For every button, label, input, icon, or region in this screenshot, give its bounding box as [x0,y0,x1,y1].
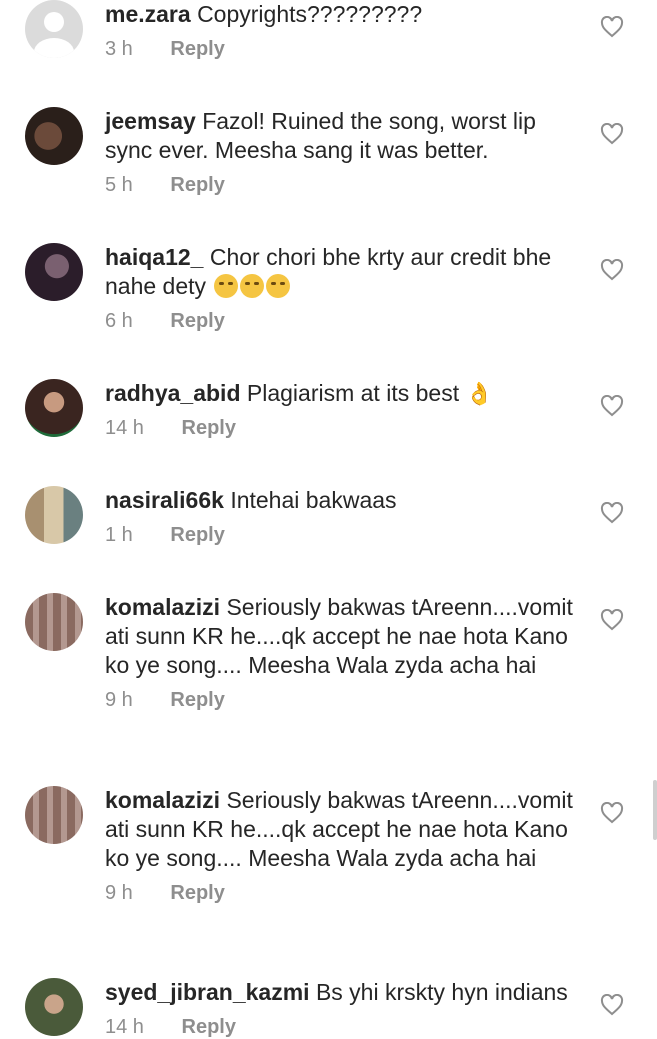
comment-meta: 5 h Reply [105,173,585,197]
comment-username[interactable]: komalazizi [105,787,220,813]
comment-text: komalazizi Seriously bakwas tAreenn....v… [105,593,585,680]
like-heart-icon[interactable] [600,123,624,145]
like-heart-icon[interactable] [600,609,624,631]
comment-text: nasirali66k Intehai bakwaas [105,486,585,515]
comment-time: 9 h [105,882,133,904]
comment-meta: 6 h Reply [105,309,585,333]
comment-body: Intehai bakwaas [230,487,397,513]
comment-time: 14 h [105,417,144,439]
avatar[interactable] [25,978,83,1036]
reply-button[interactable]: Reply [170,173,224,197]
comment-meta: 3 h Reply [105,37,585,61]
comment-time: 1 h [105,524,133,546]
comment-body: Bs yhi krskty hyn indians [315,979,568,1005]
comment-time: 14 h [105,1016,144,1038]
comment-meta: 14 h Reply [105,416,585,440]
like-heart-icon[interactable] [600,502,624,524]
avatar[interactable] [25,593,83,651]
reply-button[interactable]: Reply [170,37,224,61]
like-heart-icon[interactable] [600,994,624,1016]
avatar[interactable] [25,786,83,844]
comment-text: komalazizi Seriously bakwas tAreenn....v… [105,786,585,873]
comment-time: 3 h [105,38,133,60]
comment-text: radhya_abid Plagiarism at its best 👌 [105,379,585,408]
comment-body: Copyrights????????? [197,1,423,27]
comment-username[interactable]: jeemsay [105,108,196,134]
like-heart-icon[interactable] [600,395,624,417]
reply-button[interactable]: Reply [170,309,224,333]
comment-username[interactable]: radhya_abid [105,380,241,406]
avatar[interactable] [25,379,83,437]
comment-meta: 9 h Reply [105,881,585,905]
ok-hand-emoji-icon: 👌 [465,381,493,406]
like-heart-icon[interactable] [600,802,624,824]
comment-text: haiqa12_ Chor chori bhe krty aur credit … [105,243,585,301]
unamused-emoji-icon [266,274,291,298]
comment-text: syed_jibran_kazmi Bs yhi krskty hyn indi… [105,978,585,1007]
avatar[interactable] [25,107,83,165]
comment-meta: 1 h Reply [105,523,585,547]
scrollbar[interactable] [653,780,657,840]
comment-username[interactable]: komalazizi [105,594,220,620]
reply-button[interactable]: Reply [182,1015,236,1039]
like-heart-icon[interactable] [600,16,624,38]
comment-username[interactable]: haiqa12_ [105,244,203,270]
comment-time: 6 h [105,310,133,332]
comment-text: jeemsay Fazol! Ruined the song, worst li… [105,107,585,165]
avatar[interactable] [25,486,83,544]
like-heart-icon[interactable] [600,259,624,281]
comment-time: 5 h [105,174,133,196]
comment-body: Plagiarism at its best [246,380,460,406]
rolling-eyes-emoji-icon [214,274,239,298]
reply-button[interactable]: Reply [182,416,236,440]
comment-meta: 9 h Reply [105,688,585,712]
reply-button[interactable]: Reply [170,881,224,905]
reply-button[interactable]: Reply [170,688,224,712]
avatar-default-icon[interactable] [25,0,83,58]
avatar[interactable] [25,243,83,301]
comment-meta: 14 h Reply [105,1015,585,1039]
comment-username[interactable]: me.zara [105,1,191,27]
comment-text: me.zara Copyrights????????? [105,0,585,29]
comment-username[interactable]: nasirali66k [105,487,224,513]
comment-username[interactable]: syed_jibran_kazmi [105,979,310,1005]
unamused-emoji-icon [240,274,265,298]
reply-button[interactable]: Reply [170,523,224,547]
comment-time: 9 h [105,689,133,711]
